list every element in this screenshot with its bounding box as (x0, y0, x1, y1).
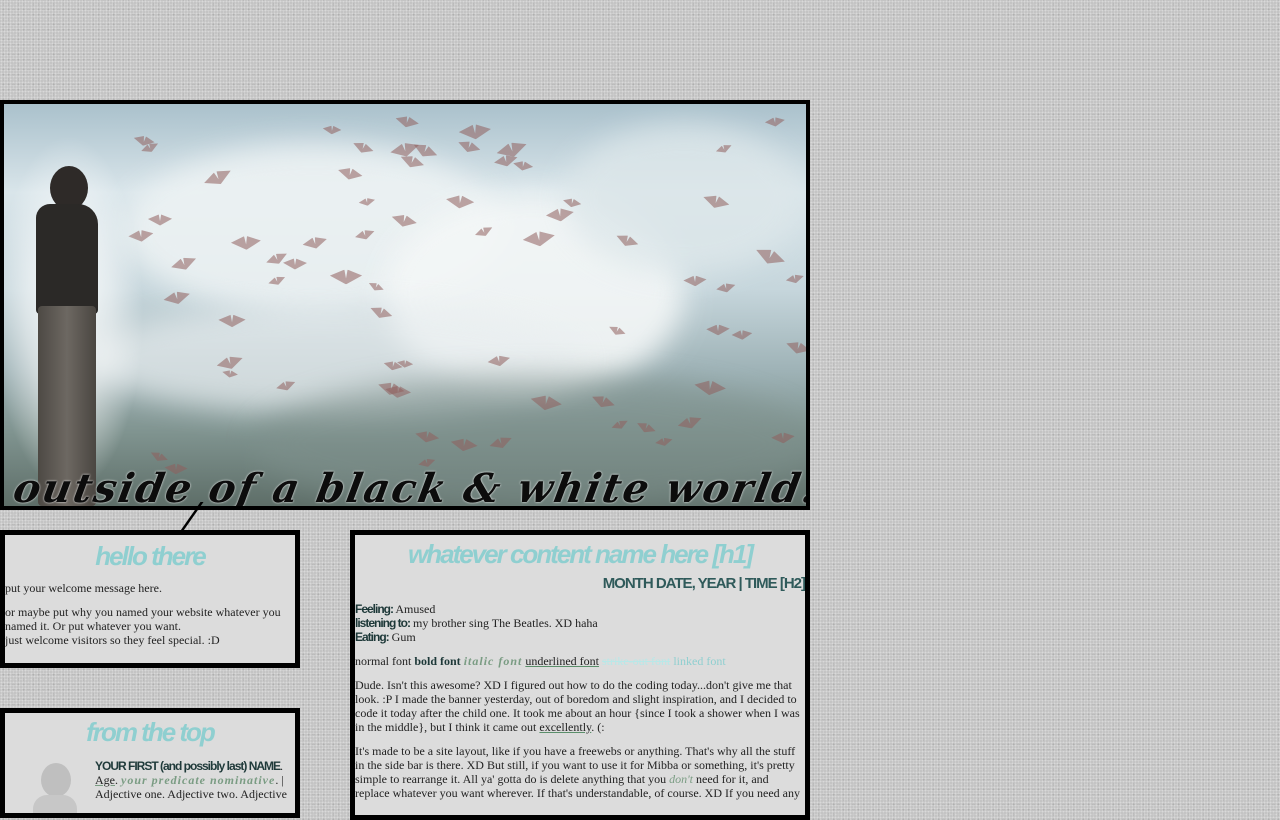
meta-value: my brother sing The Beatles. XD haha (413, 616, 598, 630)
post-emphasis: don't (669, 772, 693, 786)
meta-label: Eating: (355, 630, 390, 644)
bird-icon (706, 325, 730, 336)
hello-paragraph: put your welcome message here. (5, 581, 162, 595)
font-demo-underline: underlined font (525, 654, 600, 668)
bird-icon (512, 160, 534, 173)
content-heading: whatever content name here [h1] (408, 539, 754, 569)
hello-paragraph-line: or maybe put why you named your website … (5, 605, 281, 633)
person-silhouette (14, 166, 114, 506)
hello-box: hello there put your welcome message her… (0, 530, 300, 668)
font-demo-strike: strike-out font (602, 654, 671, 668)
bird-icon (322, 125, 341, 135)
bird-icon (394, 114, 420, 130)
hello-heading: hello there (95, 541, 206, 571)
bird-icon (683, 275, 707, 287)
content-date: MONTH DATE, YEAR | TIME [H2] (602, 575, 805, 592)
about-predicate: your predicate nominative (121, 773, 276, 787)
font-demo-italic: italic font (463, 654, 523, 668)
font-demo-normal: normal font (355, 654, 412, 668)
font-demo-link[interactable]: linked font (673, 654, 725, 668)
about-name: YOUR FIRST (and possibly last) NAME (95, 759, 281, 773)
font-demo-bold: bold font (414, 654, 461, 668)
header-banner: outside of a black & white world... (0, 100, 810, 510)
banner-title: outside of a black & white world... (9, 465, 810, 510)
meta-value: Gum (391, 630, 416, 644)
font-demo: normal font bold font italic font underl… (355, 654, 805, 668)
avatar (33, 763, 77, 813)
about-adjectives: Adjective one. Adjective two. Adjective (95, 787, 287, 801)
post-paragraph: Dude. Isn't this awesome? XD I figured o… (355, 678, 805, 734)
about-heading: from the top (86, 717, 216, 747)
bird-icon (785, 273, 805, 285)
about-age: Age (95, 773, 115, 787)
bird-icon (731, 329, 753, 340)
meta-value: Amused (395, 602, 436, 616)
about-text: YOUR FIRST (and possibly last) NAME. Age… (95, 759, 287, 801)
bird-icon (765, 116, 786, 128)
meta-label: Feeling: (355, 602, 394, 616)
bird-icon (458, 123, 492, 141)
bird-icon (716, 282, 737, 295)
post-text: . (: (591, 720, 605, 734)
about-box: from the top YOUR FIRST (and possibly la… (0, 708, 300, 818)
hello-paragraph: or maybe put why you named your website … (5, 605, 295, 647)
mood-meta: Feeling: Amused listening to: my brother… (355, 602, 805, 644)
bird-icon (457, 139, 482, 157)
bird-icon (149, 450, 169, 465)
meta-label: listening to: (355, 616, 411, 630)
post-link[interactable]: excellently (539, 720, 591, 734)
content-box: whatever content name here [h1] MONTH DA… (350, 530, 810, 820)
post-paragraph: It's made to be a site layout, like if y… (355, 744, 805, 800)
bird-icon (785, 339, 810, 357)
hello-paragraph-line: just welcome visitors so they feel speci… (5, 633, 220, 647)
